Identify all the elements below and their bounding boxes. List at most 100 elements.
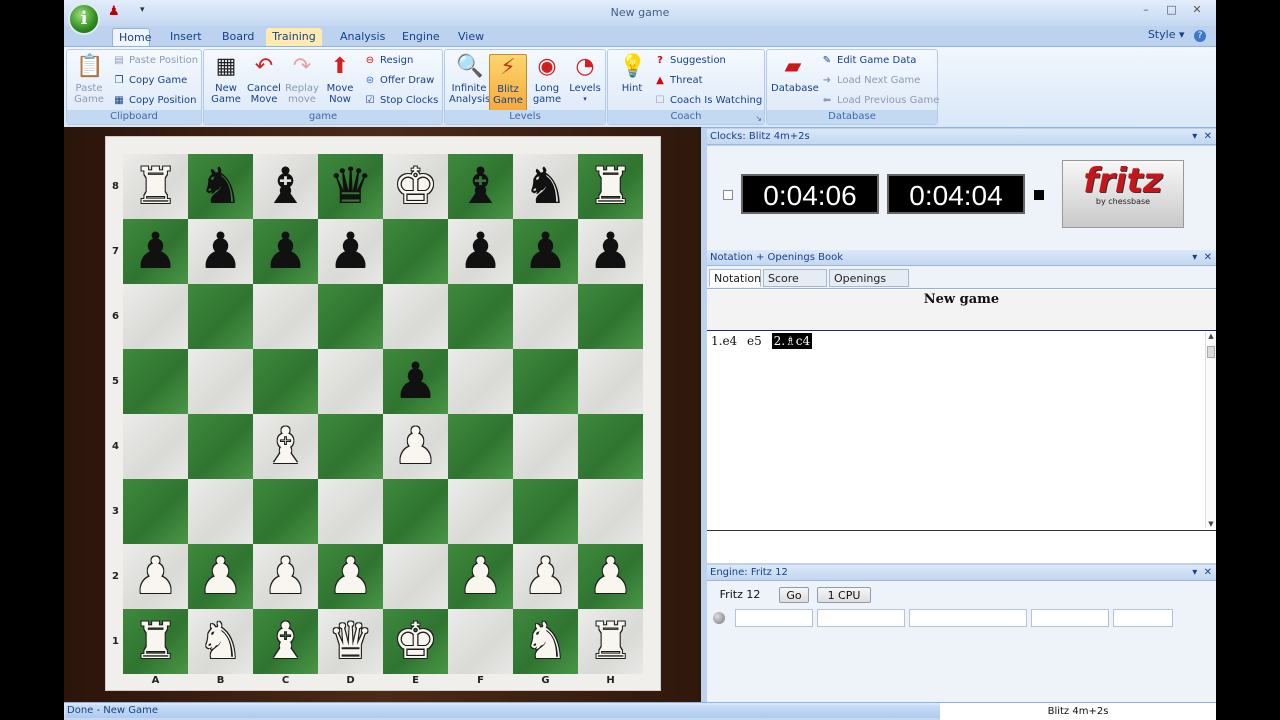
new-game-button[interactable]: ▦ New Game	[206, 54, 246, 105]
paste-game-button[interactable]: 📋 Paste Game	[69, 54, 109, 105]
square-g1[interactable]: ♞	[513, 609, 578, 674]
black-bishop-icon[interactable]: ♝	[253, 154, 318, 219]
threat-button[interactable]: ▲ Threat	[654, 74, 702, 88]
square-g4[interactable]	[513, 414, 578, 479]
black-knight-icon[interactable]: ♞	[188, 154, 253, 219]
square-b6[interactable]	[188, 284, 253, 349]
long-game-button[interactable]: ◉ Long game	[527, 54, 567, 105]
square-d7[interactable]: ♟	[318, 219, 383, 284]
square-h1[interactable]: ♜	[578, 609, 643, 674]
white-pawn-icon[interactable]: ♟	[123, 544, 188, 609]
square-b4[interactable]	[188, 414, 253, 479]
square-c1[interactable]: ♝	[253, 609, 318, 674]
square-d5[interactable]	[318, 349, 383, 414]
notation-scrollbar[interactable]: ▲ ▼	[1205, 332, 1216, 528]
close-button[interactable]: ✕	[1186, 3, 1208, 16]
tab-board[interactable]: Board	[216, 28, 254, 46]
white-pawn-icon[interactable]: ♟	[253, 544, 318, 609]
square-g8[interactable]: ♞	[513, 154, 578, 219]
square-c2[interactable]: ♟	[253, 544, 318, 609]
square-h3[interactable]	[578, 479, 643, 544]
square-e8[interactable]: ♚	[383, 154, 448, 219]
square-h8[interactable]: ♜	[578, 154, 643, 219]
square-g6[interactable]	[513, 284, 578, 349]
square-d8[interactable]: ♛	[318, 154, 383, 219]
coach-watching-checkbox[interactable]: ☐ Coach Is Watching	[654, 94, 763, 108]
move-now-button[interactable]: ⬆ Move Now	[320, 54, 360, 105]
square-g7[interactable]: ♟	[513, 219, 578, 284]
edit-game-data-button[interactable]: ✎ Edit Game Data	[821, 54, 917, 68]
move-1-black[interactable]: e5	[747, 334, 762, 348]
square-g2[interactable]: ♟	[513, 544, 578, 609]
stop-clocks-checkbox[interactable]: ☑ Stop Clocks	[364, 94, 439, 108]
white-rook-icon[interactable]: ♜	[123, 609, 188, 674]
database-button[interactable]: ▰ Database	[771, 54, 819, 94]
white-pawn-icon[interactable]: ♟	[318, 544, 383, 609]
scroll-up-icon[interactable]: ▲	[1206, 332, 1216, 340]
square-d1[interactable]: ♛	[318, 609, 383, 674]
square-d4[interactable]	[318, 414, 383, 479]
square-h2[interactable]: ♟	[578, 544, 643, 609]
notation-comment-area[interactable]	[707, 530, 1216, 563]
levels-button[interactable]: ◔ Levels ▾	[565, 54, 605, 105]
pane-controls[interactable]: ▾ ✕	[1192, 129, 1212, 145]
maximize-button[interactable]: □	[1161, 3, 1183, 16]
replay-move-button[interactable]: ↷ Replay move	[282, 54, 322, 105]
square-b8[interactable]: ♞	[188, 154, 253, 219]
tab-home[interactable]: Home	[112, 28, 151, 46]
tab-training[interactable]: Training	[266, 28, 322, 46]
suggestion-button[interactable]: ? Suggestion	[654, 54, 726, 68]
square-e6[interactable]	[383, 284, 448, 349]
square-b3[interactable]	[188, 479, 253, 544]
tab-engine[interactable]: Engine	[396, 28, 442, 46]
white-rook-icon[interactable]: ♜	[123, 154, 188, 219]
square-e5[interactable]: ♟	[383, 349, 448, 414]
square-e2[interactable]	[383, 544, 448, 609]
load-previous-game-button[interactable]: ⬅ Load Previous Game	[821, 94, 940, 108]
square-c6[interactable]	[253, 284, 318, 349]
offer-draw-button[interactable]: ⊜ Offer Draw	[364, 74, 435, 88]
scroll-down-icon[interactable]: ▼	[1206, 520, 1216, 528]
square-a4[interactable]	[123, 414, 188, 479]
square-c8[interactable]: ♝	[253, 154, 318, 219]
engine-name[interactable]: Fritz 12	[715, 587, 765, 603]
square-b5[interactable]	[188, 349, 253, 414]
dialog-launcher-icon[interactable]: ↘	[755, 114, 762, 123]
square-f7[interactable]: ♟	[448, 219, 513, 284]
pane-controls[interactable]: ▾ ✕	[1192, 565, 1212, 581]
copy-game-button[interactable]: ❐ Copy Game	[113, 74, 188, 88]
square-h6[interactable]	[578, 284, 643, 349]
square-h5[interactable]	[578, 349, 643, 414]
square-b2[interactable]: ♟	[188, 544, 253, 609]
white-bishop-icon[interactable]: ♝	[253, 414, 318, 479]
cancel-move-button[interactable]: ↶ Cancel Move	[244, 54, 284, 105]
square-g5[interactable]	[513, 349, 578, 414]
white-knight-icon[interactable]: ♞	[513, 609, 578, 674]
tab-analysis[interactable]: Analysis	[334, 28, 385, 46]
square-c7[interactable]: ♟	[253, 219, 318, 284]
tab-notation[interactable]: Notation	[709, 269, 761, 287]
square-a2[interactable]: ♟	[123, 544, 188, 609]
black-queen-icon[interactable]: ♛	[318, 154, 383, 219]
square-f3[interactable]	[448, 479, 513, 544]
square-a6[interactable]	[123, 284, 188, 349]
white-pawn-icon[interactable]: ♟	[383, 414, 448, 479]
move-1-white[interactable]: 1.e4	[711, 334, 737, 348]
engine-cpu-button[interactable]: 1 CPU	[817, 587, 871, 603]
white-king-icon[interactable]: ♚	[383, 609, 448, 674]
white-king-icon[interactable]: ♚	[383, 154, 448, 219]
square-f2[interactable]: ♟	[448, 544, 513, 609]
fritz-orb-icon[interactable]: i	[68, 3, 100, 35]
white-knight-icon[interactable]: ♞	[188, 609, 253, 674]
square-b1[interactable]: ♞	[188, 609, 253, 674]
white-rook-icon[interactable]: ♜	[578, 154, 643, 219]
square-a5[interactable]	[123, 349, 188, 414]
square-g3[interactable]	[513, 479, 578, 544]
minimize-button[interactable]: –	[1135, 3, 1157, 16]
black-pawn-icon[interactable]: ♟	[188, 219, 253, 284]
white-pawn-icon[interactable]: ♟	[188, 544, 253, 609]
black-pawn-icon[interactable]: ♟	[578, 219, 643, 284]
square-f5[interactable]	[448, 349, 513, 414]
square-f4[interactable]	[448, 414, 513, 479]
black-pawn-icon[interactable]: ♟	[383, 349, 448, 414]
